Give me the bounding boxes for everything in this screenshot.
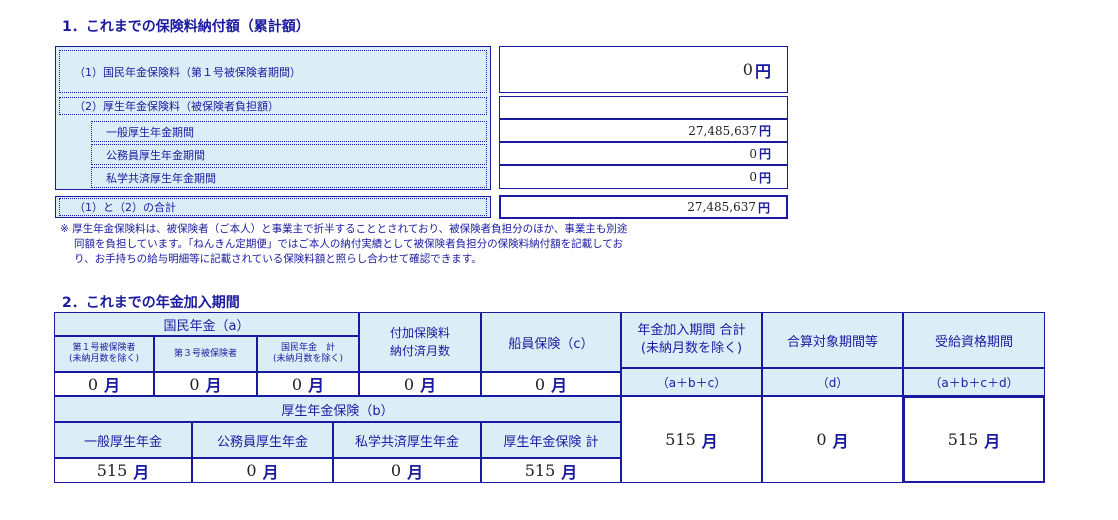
fuka-sublabel: 納付済月数 <box>389 344 450 358</box>
value-number: 515 <box>524 461 556 480</box>
row2-label: （2）厚生年金保険料（被保険者負担額） <box>59 97 487 115</box>
month-unit: 月 <box>205 376 222 395</box>
value-number: 0 <box>87 374 99 394</box>
row1-value: 0円 <box>499 46 788 93</box>
fuka-value: 0月 <box>359 372 481 396</box>
sub-row-value-1: 0円 <box>499 142 788 165</box>
value-number: 515 <box>96 461 128 480</box>
sub-row-label-text: 公務員厚生年金期間 <box>106 148 205 162</box>
kosei-header: 厚生年金保険（b） <box>54 396 621 422</box>
value-number: 0 <box>390 461 402 480</box>
sub-row-label-text: 一般厚生年金期間 <box>106 125 194 139</box>
col-label: 国民年金 計 <box>280 343 335 353</box>
note-line: り、お手持ちの給与明細等に記載されている保険料額と照らし合わせて確認できます。 <box>74 253 482 265</box>
sub-row-value-number: 0 <box>749 146 757 161</box>
kokumin-col-1-header: 第３号被保険者 <box>154 336 257 372</box>
month-unit: 月 <box>308 376 325 395</box>
jukyu-value: 515 月 <box>903 396 1045 483</box>
kosei-col-3-header: 厚生年金保険 計 <box>481 422 621 458</box>
row1-label-text: （1）国民年金保険料（第１号被保険者期間） <box>74 65 301 79</box>
sub-row-label-1: 公務員厚生年金期間 <box>91 144 487 165</box>
note-line: ※ 厚生年金保険料は、被保険者（ご本人）と事業主で折半することとされており、被保… <box>60 223 628 235</box>
kokumin-col-2-header: 国民年金 計 (未納月数を除く) <box>257 336 359 372</box>
col-sublabel: (未納月数を除く) <box>68 354 140 364</box>
value-number: 515 <box>947 430 979 449</box>
month-unit: 月 <box>420 376 437 395</box>
sub-row-label-2: 私学共済厚生年金期間 <box>91 167 487 188</box>
month-unit: 月 <box>407 462 424 482</box>
total-header: 年金加入期間 合計 (未納月数を除く) <box>621 312 762 368</box>
sub-row-value-number: 27,485,637 <box>688 123 757 138</box>
kokumin-col-1-value: 0月 <box>154 372 257 396</box>
sub-row-value-0: 27,485,637 円 <box>499 119 788 142</box>
sub-row-label-0: 一般厚生年金期間 <box>91 121 487 142</box>
month-unit: 月 <box>832 431 849 451</box>
kokumin-col-2-value: 0月 <box>257 372 359 396</box>
value-number: 0 <box>403 374 415 394</box>
kosei-col-0-value: 515 月 <box>54 458 192 483</box>
value-number: 0 <box>534 374 546 394</box>
kosei-col-2-value: 0月 <box>333 458 481 483</box>
section1-note: ※ 厚生年金保険料は、被保険者（ご本人）と事業主で折半することとされており、被保… <box>60 222 800 267</box>
kokumin-col-0-value: 0月 <box>54 372 154 396</box>
row1-value-number: 0 <box>742 60 753 79</box>
jukyu-formula: （a＋b＋c＋d） <box>903 368 1045 396</box>
col-sublabel: (未納月数を除く) <box>272 354 344 364</box>
kokumin-header: 国民年金（a） <box>54 312 359 336</box>
sub-row-value-2: 0円 <box>499 165 788 189</box>
row2-value-empty <box>499 96 788 119</box>
col-label: 第３号被保険者 <box>173 348 237 359</box>
note-line: 同額を負担しています。「ねんきん定期便」ではご本人の納付実績として被保険者負担分… <box>74 238 623 250</box>
col-label: 第１号被保険者 <box>72 343 136 353</box>
row1-label: （1）国民年金保険料（第１号被保険者期間） <box>59 50 487 93</box>
value-number: 515 <box>665 430 696 449</box>
yen-unit: 円 <box>758 170 771 185</box>
value-number: 0 <box>189 374 200 394</box>
section1-title: 1．これまでの保険料納付額（累計額） <box>62 19 310 35</box>
section2-title: 2．これまでの年金加入期間 <box>62 295 240 311</box>
kosei-col-2-header: 私学共済厚生年金 <box>333 422 481 458</box>
value-number: 0 <box>291 374 303 394</box>
fuka-label: 付加保険料 <box>389 326 450 340</box>
total-label: （1）と（2）の合計 <box>59 198 487 216</box>
value-number: 0 <box>816 430 827 449</box>
sub-row-label-text: 私学共済厚生年金期間 <box>106 171 216 185</box>
jukyu-header: 受給資格期間 <box>903 312 1045 368</box>
kosei-col-3-value: 515 月 <box>481 458 621 483</box>
fuka-header: 付加保険料 納付済月数 <box>359 312 481 372</box>
yen-unit: 円 <box>758 124 771 138</box>
row2-label-text: （2）厚生年金保険料（被保険者負担額） <box>74 100 279 113</box>
total-value: 27,485,637 円 <box>499 195 788 219</box>
kosei-col-1-header: 公務員厚生年金 <box>192 422 333 458</box>
month-unit: 月 <box>551 376 568 395</box>
total-formula: （a＋b＋c） <box>621 368 762 396</box>
gassan-formula: （d） <box>762 368 903 396</box>
month-unit: 月 <box>133 462 150 482</box>
total-value-number: 27,485,637 <box>687 200 756 214</box>
gassan-header: 合算対象期間等 <box>762 312 903 368</box>
kosei-col-1-value: 0月 <box>192 458 333 483</box>
total-label: 年金加入期間 合計 <box>637 323 746 338</box>
senin-value: 0月 <box>481 372 621 396</box>
value-number: 0 <box>246 461 257 480</box>
month-unit: 月 <box>262 462 279 482</box>
total-value: 515 月 <box>621 396 762 483</box>
month-unit: 月 <box>984 431 1001 451</box>
sub-row-value-number: 0 <box>749 170 757 184</box>
yen-unit: 円 <box>754 61 771 81</box>
month-unit: 月 <box>104 376 121 395</box>
total-sublabel: (未納月数を除く) <box>640 341 743 356</box>
yen-unit: 円 <box>757 200 770 215</box>
total-label-text: （1）と（2）の合計 <box>74 201 176 214</box>
yen-unit: 円 <box>758 147 771 161</box>
month-unit: 月 <box>561 462 578 482</box>
kosei-col-0-header: 一般厚生年金 <box>54 422 192 458</box>
gassan-value: 0月 <box>762 396 903 483</box>
month-unit: 月 <box>701 431 718 451</box>
kokumin-col-0-header: 第１号被保険者 (未納月数を除く) <box>54 336 154 372</box>
senin-header: 船員保険（c） <box>481 312 621 372</box>
